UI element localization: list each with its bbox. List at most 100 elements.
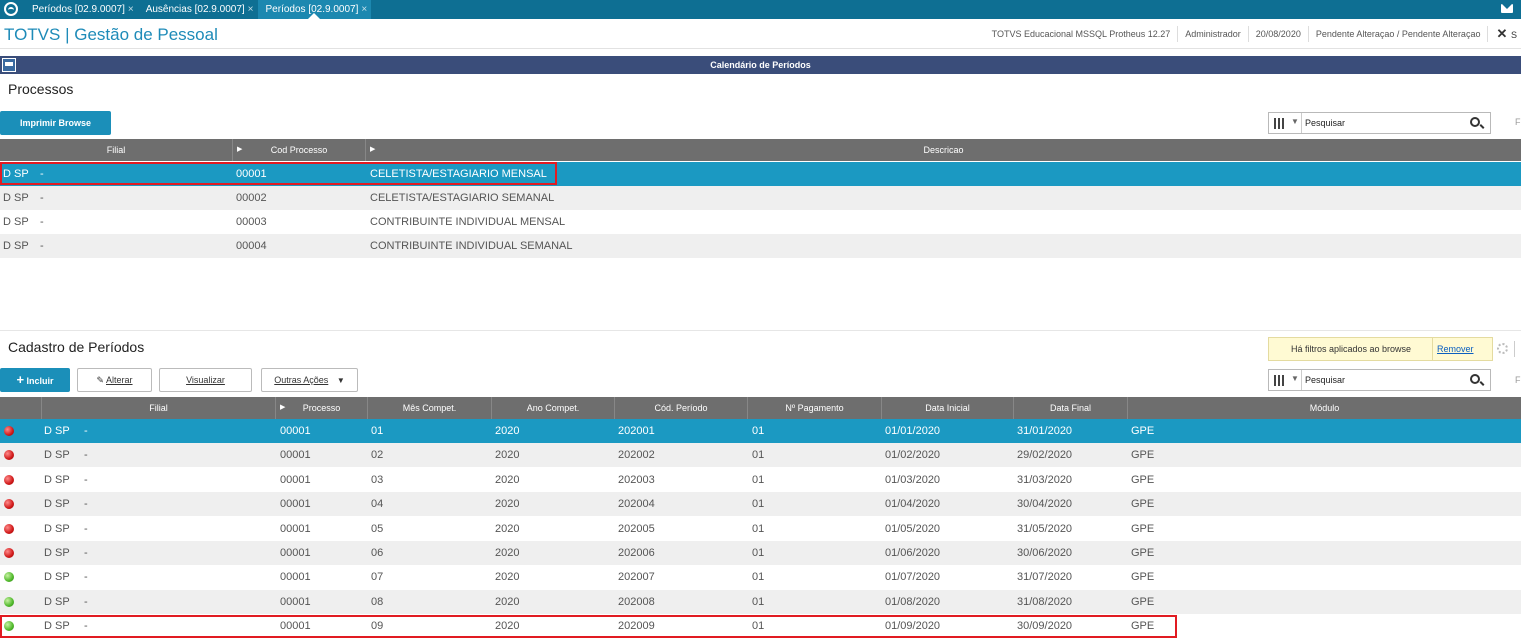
cell-processo: 00001 <box>280 547 311 559</box>
cell-modulo: GPE <box>1131 425 1155 437</box>
col-header-num-pagamento[interactable]: Nº Pagamento <box>748 397 882 419</box>
plus-icon: + <box>16 372 25 387</box>
cell-mes: 01 <box>371 425 384 437</box>
cell-modulo: GPE <box>1131 571 1155 584</box>
col-header-modulo[interactable]: Módulo <box>1128 397 1521 419</box>
totvs-logo-icon[interactable] <box>4 2 18 16</box>
table-row[interactable]: D SP - 00001 07 2020 202007 01 01/07/2020 31/07/… <box>0 565 1521 589</box>
gear-icon[interactable] <box>1497 343 1508 354</box>
cell-ano: 2020 <box>495 595 520 608</box>
chevron-down-icon[interactable]: ▼ <box>1291 374 1299 383</box>
cell-periodo: 202007 <box>618 571 655 584</box>
close-icon[interactable]: ✕ S <box>1488 26 1521 42</box>
table-row[interactable]: D SP - 00001 02 2020 202002 01 01/02/2020 29/02/… <box>0 443 1521 468</box>
col-header-descricao[interactable]: ▶ Descricao <box>366 139 1521 161</box>
search-icon[interactable] <box>1470 117 1480 127</box>
cell-fim: 31/05/2020 <box>1017 522 1073 535</box>
col-header-data-inicial[interactable]: Data Inicial <box>882 397 1014 419</box>
cell-fim: 30/06/2020 <box>1017 547 1073 559</box>
processos-grid-header: Filial ▶ Cod Processo ▶ Descricao <box>0 139 1521 161</box>
col-header-filial[interactable]: Filial <box>42 397 276 419</box>
search-icon[interactable] <box>1470 374 1480 384</box>
close-glyph: ✕ <box>1496 26 1508 41</box>
columns-icon[interactable] <box>1274 118 1286 129</box>
table-row[interactable]: D SP - 00001 03 2020 202003 01 01/03/2020 31/03/… <box>0 468 1521 492</box>
col-header-status[interactable] <box>0 397 42 419</box>
cell-filial: D SP <box>44 547 70 559</box>
col-header-data-final[interactable]: Data Final <box>1014 397 1128 419</box>
cell-periodo: 202002 <box>618 449 655 462</box>
col-header-ano-compet[interactable]: Ano Compet. <box>492 397 615 419</box>
cell-fim: 31/07/2020 <box>1017 571 1073 584</box>
cell-dash: - <box>84 547 88 559</box>
mail-icon[interactable] <box>1501 4 1513 13</box>
col-header-processo[interactable]: ▶ Processo <box>276 397 368 419</box>
window-title: Calendário de Períodos <box>710 60 811 70</box>
cell-ano: 2020 <box>495 522 520 535</box>
cell-modulo: GPE <box>1131 498 1155 511</box>
top-tab-bar: Períodos [02.9.0007] × Ausências [02.9.00… <box>0 0 1521 19</box>
cell-filial: D SP <box>44 449 70 462</box>
truncated-label: F <box>1515 375 1521 385</box>
cell-filial-suffix: - <box>40 240 44 252</box>
processos-search-input[interactable] <box>1305 115 1455 131</box>
tab-periodos-2[interactable]: Períodos [02.9.0007] × <box>257 0 372 19</box>
cell-inicio: 01/08/2020 <box>885 595 941 608</box>
cell-inicio: 01/01/2020 <box>885 425 941 437</box>
tab-label: Ausências [02.9.0007] <box>145 4 245 15</box>
periodos-search-box: ▼ <box>1268 369 1491 391</box>
cell-fim: 30/04/2020 <box>1017 498 1073 511</box>
table-row[interactable]: D SP - 00003 CONTRIBUINTE INDIVIDUAL MENSAL <box>0 210 1521 234</box>
visualizar-button[interactable]: Visualizar <box>159 368 252 392</box>
table-row[interactable]: D SP - 00002 CELETISTA/ESTAGIARIO SEMANAL <box>0 186 1521 210</box>
incluir-button[interactable]: + Incluir <box>0 368 70 392</box>
periodos-search-input[interactable] <box>1305 372 1455 388</box>
window-menu-icon[interactable] <box>2 58 16 72</box>
table-row[interactable]: D SP - 00001 01 2020 202001 01 01/01/2020 31/01/… <box>0 419 1521 443</box>
filter-banner-text: Há filtros aplicados ao browse <box>1291 344 1412 354</box>
status-red-icon <box>4 548 14 558</box>
col-header-mes-compet[interactable]: Mês Compet. <box>368 397 492 419</box>
col-header-label: Processo <box>302 403 341 413</box>
cell-pagamento: 01 <box>752 473 765 486</box>
columns-icon[interactable] <box>1274 375 1286 386</box>
sort-icon: ▶ <box>237 146 243 153</box>
imprimir-browse-button[interactable]: Imprimir Browse <box>0 111 111 135</box>
outras-acoes-button[interactable]: Outras Ações ▼ <box>261 368 358 392</box>
cell-mes: 04 <box>371 498 384 511</box>
table-row[interactable]: D SP - 00001 05 2020 202005 01 01/05/2020 31/05/… <box>0 517 1521 541</box>
alterar-button[interactable]: ✎ Alterar <box>77 368 152 392</box>
cell-processo: 00001 <box>280 522 311 535</box>
sort-icon: ▶ <box>280 404 286 411</box>
cell-filial-suffix: - <box>40 216 44 228</box>
tab-close-icon[interactable]: × <box>248 4 254 15</box>
cell-mes: 06 <box>371 547 384 559</box>
tab-ausencias[interactable]: Ausências [02.9.0007] × <box>138 0 258 19</box>
cell-inicio: 01/03/2020 <box>885 473 941 486</box>
table-row[interactable]: D SP - 00001 04 2020 202004 01 01/04/2020 30/04/… <box>0 492 1521 517</box>
cell-processo: 00001 <box>280 425 311 437</box>
table-row[interactable]: D SP - 00001 08 2020 202008 01 01/08/2020 31/08/… <box>0 589 1521 614</box>
cell-filial: D SP <box>3 216 29 228</box>
cell-fim: 31/08/2020 <box>1017 595 1073 608</box>
tab-periodos-1[interactable]: Períodos [02.9.0007] × <box>24 0 138 19</box>
table-row[interactable]: D SP - 00001 06 2020 202006 01 01/06/2020 30/06/… <box>0 541 1521 565</box>
cell-pagamento: 01 <box>752 571 765 584</box>
processos-search-box: ▼ <box>1268 112 1491 134</box>
cell-filial: D SP <box>3 192 29 204</box>
col-header-cod-periodo[interactable]: Cód. Período <box>615 397 748 419</box>
tab-close-icon[interactable]: × <box>361 4 367 15</box>
session-info: TOTVS Educacional MSSQL Protheus 12.27 A… <box>985 26 1521 42</box>
cell-processo: 00001 <box>280 571 311 584</box>
tab-label: Períodos [02.9.0007] <box>32 4 125 15</box>
remover-filter-link[interactable]: Remover <box>1437 338 1474 360</box>
chevron-down-icon[interactable]: ▼ <box>1291 117 1299 126</box>
col-header-filial[interactable]: Filial <box>0 139 233 161</box>
col-header-cod-processo[interactable]: ▶ Cod Processo <box>233 139 366 161</box>
cell-processo: 00001 <box>280 595 311 608</box>
tab-close-icon[interactable]: × <box>128 4 134 15</box>
cell-ano: 2020 <box>495 425 520 437</box>
status-red-icon <box>4 450 14 461</box>
table-row[interactable]: D SP - 00004 CONTRIBUINTE INDIVIDUAL SEMANA… <box>0 234 1521 258</box>
cell-processo: 00001 <box>280 449 311 462</box>
